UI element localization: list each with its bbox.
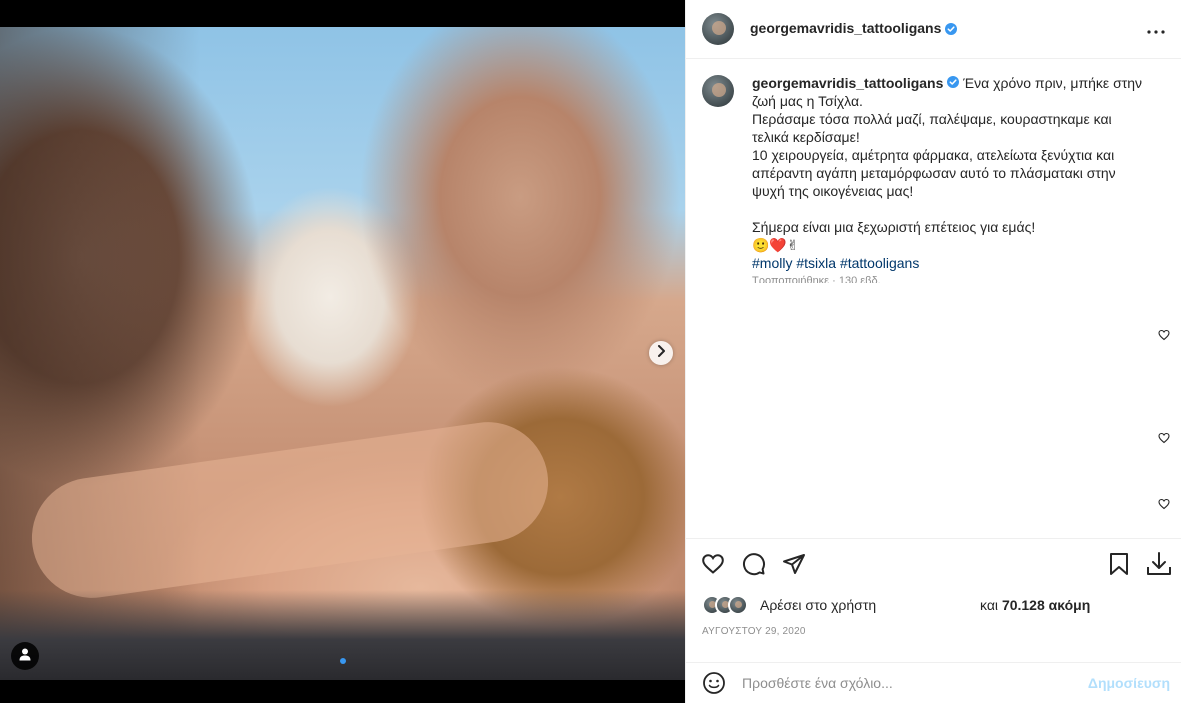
verified-badge-icon [947,74,960,88]
likes-count[interactable]: 70.128 ακόμη [1002,597,1090,613]
comment-like-heart-icon[interactable] [1158,431,1172,445]
likes-and-label: και [980,597,999,613]
carousel-dot-active [339,658,346,664]
caption-avatar[interactable] [702,75,734,107]
liker-avatars [702,595,754,615]
download-icon [1146,551,1172,582]
more-options-button[interactable] [1146,20,1166,40]
speech-bubble-icon [742,552,766,581]
carousel-dots [0,658,685,664]
heart-outline-icon [701,552,725,581]
paper-plane-icon [782,552,806,581]
username-label[interactable]: georgemavridis_tattooligans [750,20,941,36]
add-comment-bar: Δημοσίευση [686,662,1181,703]
verified-badge-icon [945,22,958,35]
post-media [0,0,685,703]
avatar [728,595,748,615]
likes-count-text: και 70.128 ακόμη [980,597,1090,613]
comment-input[interactable] [742,671,1082,695]
bookmark-icon [1108,552,1130,581]
post-panel: georgemavridis_tattooligans georgemavrid… [685,0,1181,703]
post-header: georgemavridis_tattooligans [686,0,1181,59]
carousel-next-button[interactable] [649,341,673,365]
smiley-icon[interactable] [702,671,726,695]
caption-line-4: Σήμερα είναι μια ξεχωριστή επέτειος για … [752,219,1036,235]
likes-summary[interactable]: Αρέσει στο χρήστη και 70.128 ακόμη [702,594,1172,616]
action-bar [686,538,1181,594]
like-button[interactable] [700,553,726,579]
comment-like-heart-icon[interactable] [1158,497,1172,511]
comment-like-heart-icon[interactable] [1158,328,1172,342]
edited-timestamp: Τροποποιήθηκε · 130 εβδ. [752,275,881,283]
caption-line-3: 10 χειρουργεία, αμέτρητα φάρμακα, ατελεί… [752,147,1116,199]
caption-username[interactable]: georgemavridis_tattooligans [752,75,943,91]
liked-by-text: Αρέσει στο χρήστη [760,597,877,613]
post-comment-button[interactable]: Δημοσίευση [1088,675,1170,691]
caption-line-2: Περάσαμε τόσα πολλά μαζί, παλέψαμε, κουρ… [752,111,1112,145]
save-button[interactable] [1106,552,1132,581]
post-date[interactable]: ΑΥΓΟΥΣΤΟΥ 29, 2020 [702,626,806,637]
caption-emojis: 🙂❤️✌ [752,237,799,253]
header-username[interactable]: georgemavridis_tattooligans [750,20,958,36]
hashtag-link[interactable]: #tattooligans [840,255,919,271]
avatar[interactable] [702,13,734,45]
download-button[interactable] [1146,551,1172,582]
hashtag-link[interactable]: #tsixla [796,255,836,271]
comments-section[interactable]: georgemavridis_tattooligans Ένα χρόνο πρ… [686,60,1181,538]
photo-towel [0,590,685,680]
chevron-right-icon [656,344,666,362]
comment-button[interactable] [741,552,767,581]
share-button[interactable] [781,553,807,579]
post-caption: georgemavridis_tattooligans Ένα χρόνο πρ… [702,74,1162,283]
more-horizontal-icon [1147,21,1165,39]
post-photo[interactable] [0,27,685,680]
caption-text: georgemavridis_tattooligans Ένα χρόνο πρ… [752,74,1152,283]
user-tags-button[interactable] [11,642,39,670]
hashtag-link[interactable]: #molly [752,255,792,271]
